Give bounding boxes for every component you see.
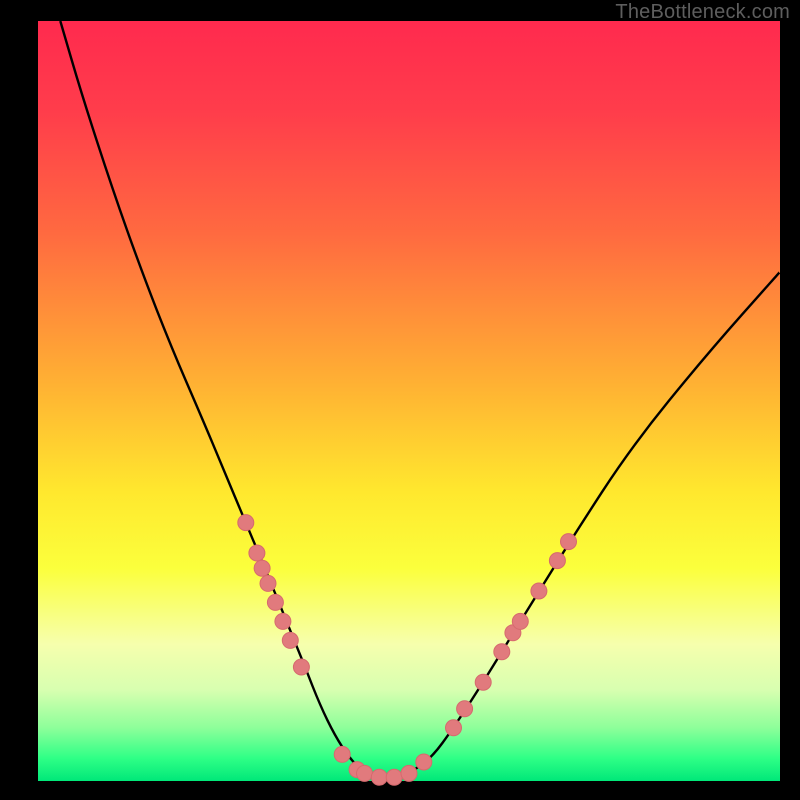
data-marker xyxy=(457,701,473,717)
data-marker xyxy=(282,632,298,648)
data-marker xyxy=(401,765,417,781)
data-marker xyxy=(416,754,432,770)
marker-group xyxy=(238,515,577,786)
plot-area xyxy=(38,21,780,781)
data-marker xyxy=(531,583,547,599)
data-marker xyxy=(238,515,254,531)
chart-frame: TheBottleneck.com xyxy=(0,0,800,800)
data-marker xyxy=(254,560,270,576)
data-marker xyxy=(357,765,373,781)
data-marker xyxy=(371,769,387,785)
data-marker xyxy=(260,575,276,591)
data-marker xyxy=(475,674,491,690)
bottleneck-chart-svg xyxy=(38,21,780,781)
data-marker xyxy=(494,644,510,660)
data-marker xyxy=(275,613,291,629)
data-marker xyxy=(386,769,402,785)
data-marker xyxy=(293,659,309,675)
bottleneck-curve xyxy=(60,21,780,781)
data-marker xyxy=(446,720,462,736)
data-marker xyxy=(561,534,577,550)
data-marker xyxy=(512,613,528,629)
data-marker xyxy=(549,553,565,569)
data-marker xyxy=(334,746,350,762)
data-marker xyxy=(249,545,265,561)
data-marker xyxy=(267,594,283,610)
